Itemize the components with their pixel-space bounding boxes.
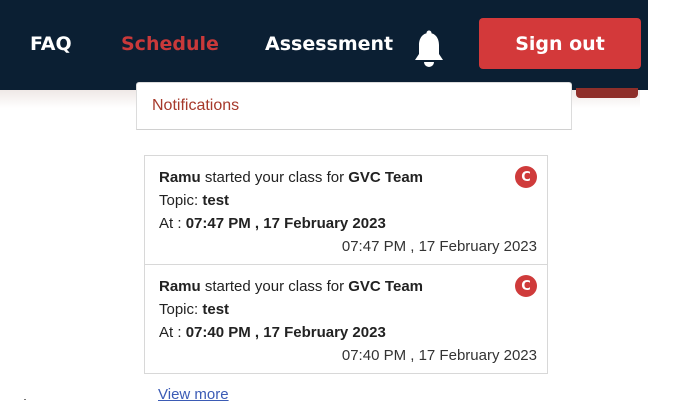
view-more-link[interactable]: View more <box>158 386 229 403</box>
at-value: 07:40 PM , 17 February 2023 <box>185 324 386 341</box>
notification-item[interactable]: Ramu started your class for GVC Team Top… <box>145 265 547 374</box>
bell-icon[interactable] <box>412 30 446 70</box>
topic-value: test <box>202 192 230 209</box>
topic-label: Topic: <box>159 301 199 318</box>
at-label: At : <box>159 324 182 341</box>
top-navbar: FAQ Schedule Assessment Sign out <box>0 0 648 90</box>
notification-topic: Topic: test <box>159 301 229 318</box>
notification-message: Ramu started your class for GVC Team <box>159 278 423 295</box>
nav-assessment-link[interactable]: Assessment <box>265 33 393 55</box>
notification-at: At : 07:40 PM , 17 February 2023 <box>159 324 386 341</box>
notification-timestamp: 07:47 PM , 17 February 2023 <box>341 238 537 255</box>
sign-out-button[interactable]: Sign out <box>479 18 641 69</box>
at-label: At : <box>159 215 182 232</box>
notification-at: At : 07:47 PM , 17 February 2023 <box>159 215 386 232</box>
nav-schedule-link[interactable]: Schedule <box>121 33 219 55</box>
notification-user: Ramu <box>159 169 201 186</box>
notification-team: GVC Team <box>348 169 423 186</box>
class-badge-icon: C <box>515 275 537 297</box>
notification-list: Ramu started your class for GVC Team Top… <box>144 155 548 374</box>
topic-label: Topic: <box>159 192 199 209</box>
notification-topic: Topic: test <box>159 192 229 209</box>
notification-action: started your class for <box>204 169 345 186</box>
class-badge-icon: C <box>515 166 537 188</box>
notification-team: GVC Team <box>348 278 423 295</box>
notification-item[interactable]: Ramu started your class for GVC Team Top… <box>145 156 547 265</box>
notification-action: started your class for <box>204 278 345 295</box>
nav-faq-link[interactable]: FAQ <box>30 33 72 55</box>
notifications-panel-header: Notifications <box>136 82 572 130</box>
notification-user: Ramu <box>159 278 201 295</box>
notification-timestamp: 07:40 PM , 17 February 2023 <box>341 347 537 364</box>
hidden-button-edge <box>576 88 638 98</box>
at-value: 07:47 PM , 17 February 2023 <box>185 215 386 232</box>
stray-dot <box>24 399 26 400</box>
notifications-title: Notifications <box>152 97 240 114</box>
topic-value: test <box>202 301 230 318</box>
notification-message: Ramu started your class for GVC Team <box>159 169 423 186</box>
